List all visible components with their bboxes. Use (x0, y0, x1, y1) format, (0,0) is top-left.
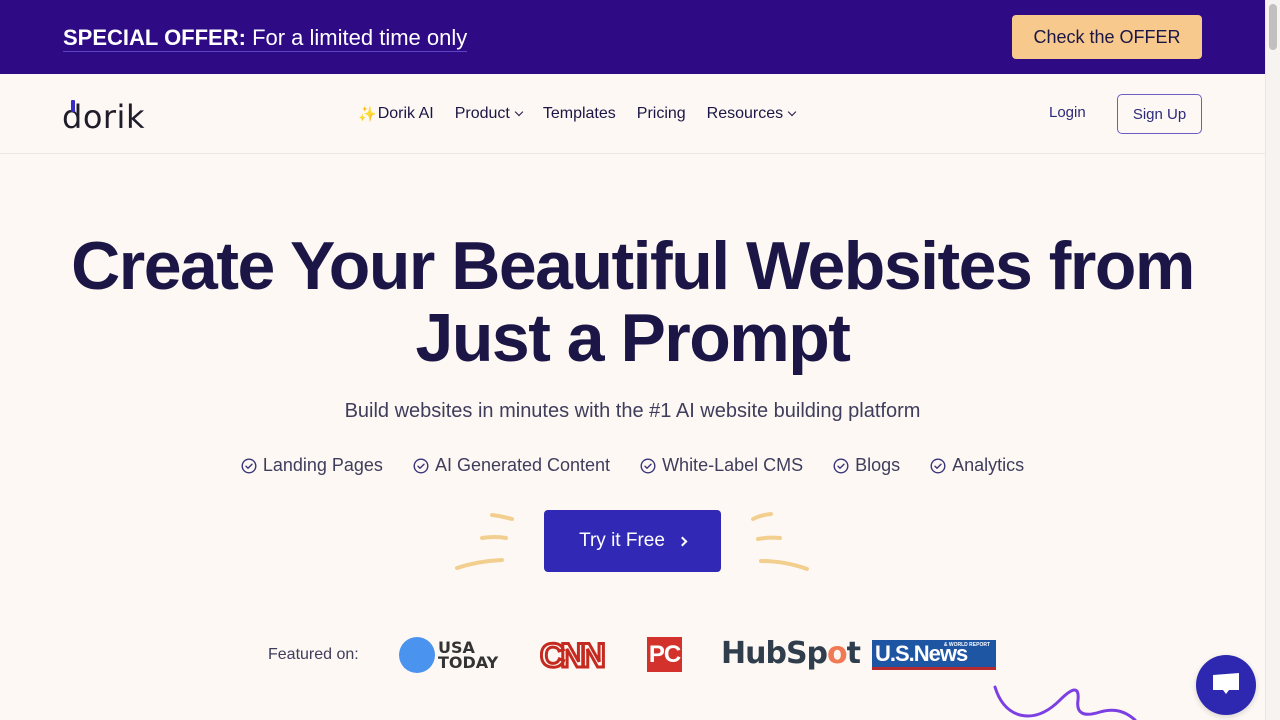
nav-item-product[interactable]: Product (454, 105, 524, 123)
check-circle-icon (413, 457, 429, 474)
decorative-squiggle (993, 685, 1137, 720)
us-news-subtitle: & WORLD REPORT (943, 642, 990, 648)
decorative-strokes-left (455, 513, 514, 570)
nav-item-label: Product (454, 105, 510, 122)
feature-label: Blogs (855, 455, 901, 475)
nav-item-resources[interactable]: Resources (706, 105, 797, 123)
nav-item-label: Pricing (636, 105, 686, 122)
scrollbar-thumb[interactable] (1269, 4, 1277, 50)
feature-label: Analytics (952, 455, 1025, 475)
hero-subtitle: Build websites in minutes with the #1 AI… (344, 400, 921, 422)
nav-item-label: Resources (706, 105, 784, 122)
check-offer-button[interactable]: Check the OFFER (1012, 15, 1202, 59)
cnn-text: CNN (540, 639, 604, 671)
nav-links: ✨ Dorik AI Product Templates Pricing Res… (358, 105, 816, 123)
feature-label: AI Generated Content (434, 455, 611, 475)
hero-title-line1: Create Your Beautiful Websites from (71, 228, 1195, 304)
hubspot-logo: HubSpot (721, 636, 861, 671)
cnn-logo: CNN (540, 639, 605, 671)
signup-button[interactable]: Sign Up (1117, 94, 1202, 134)
check-circle-icon (930, 457, 946, 474)
usa-today-logo: USA TODAY (399, 637, 498, 673)
chat-bubble-icon (1213, 673, 1239, 694)
chat-widget-button[interactable] (1196, 655, 1256, 715)
decorative-strokes-right (751, 512, 809, 571)
feature-label: White-Label CMS (662, 455, 804, 475)
feature-item: Blogs (833, 455, 900, 476)
us-news-logo: U.S.News & WORLD REPORT (872, 640, 996, 670)
page: SPECIAL OFFER: For a limited time only C… (0, 0, 1265, 720)
check-circle-icon (833, 457, 849, 474)
feature-item: White-Label CMS (640, 455, 803, 476)
try-it-free-button[interactable]: Try it Free (544, 510, 721, 572)
feature-item: AI Generated Content (413, 455, 610, 476)
cta-label: Try it Free (579, 530, 665, 551)
chevron-down-icon (787, 107, 797, 117)
promo-link[interactable]: SPECIAL OFFER: For a limited time only (63, 25, 468, 52)
page-scrollbar[interactable] (1265, 0, 1280, 720)
nav-item-pricing[interactable]: Pricing (637, 105, 686, 123)
pc-magazine-logo: PC (647, 637, 682, 672)
feature-label: Landing Pages (262, 455, 383, 475)
feature-item: Analytics (930, 455, 1024, 476)
hubspot-text-a: HubSp (721, 636, 828, 671)
hero-title-line2: Just a Prompt (415, 300, 851, 376)
hubspot-sprocket-icon: o (827, 636, 848, 671)
logo-text: dorik (62, 98, 145, 136)
featured-on-label: Featured on: (268, 646, 359, 663)
check-circle-icon (640, 457, 656, 474)
promo-banner: SPECIAL OFFER: For a limited time only C… (0, 0, 1265, 74)
nav-item-label: Dorik AI (377, 105, 434, 122)
login-link[interactable]: Login (1049, 104, 1086, 121)
nav-item-templates[interactable]: Templates (543, 105, 616, 123)
usa-today-text: USA TODAY (438, 640, 499, 672)
check-circle-icon (241, 457, 257, 474)
promo-bold: SPECIAL OFFER: (63, 25, 246, 50)
feature-list: Landing Pages AI Generated Content White… (0, 455, 1265, 476)
sparkles-icon: ✨ (358, 106, 377, 123)
nav-item-dorik-ai[interactable]: ✨ Dorik AI (358, 105, 434, 123)
chevron-down-icon (514, 107, 524, 117)
promo-rest: For a limited time only (245, 25, 468, 50)
chevron-right-icon (677, 536, 688, 546)
hubspot-text-b: t (846, 636, 861, 671)
usa-today-dot-icon (399, 637, 435, 673)
feature-item: Landing Pages (241, 455, 383, 476)
dorik-logo[interactable]: dorik (62, 98, 145, 136)
top-nav: dorik ✨ Dorik AI Product Templates Prici… (0, 74, 1265, 154)
nav-item-label: Templates (542, 105, 616, 122)
hero-title: Create Your Beautiful Websites from Just… (0, 230, 1265, 374)
usa-today-line2: TODAY (438, 653, 499, 672)
